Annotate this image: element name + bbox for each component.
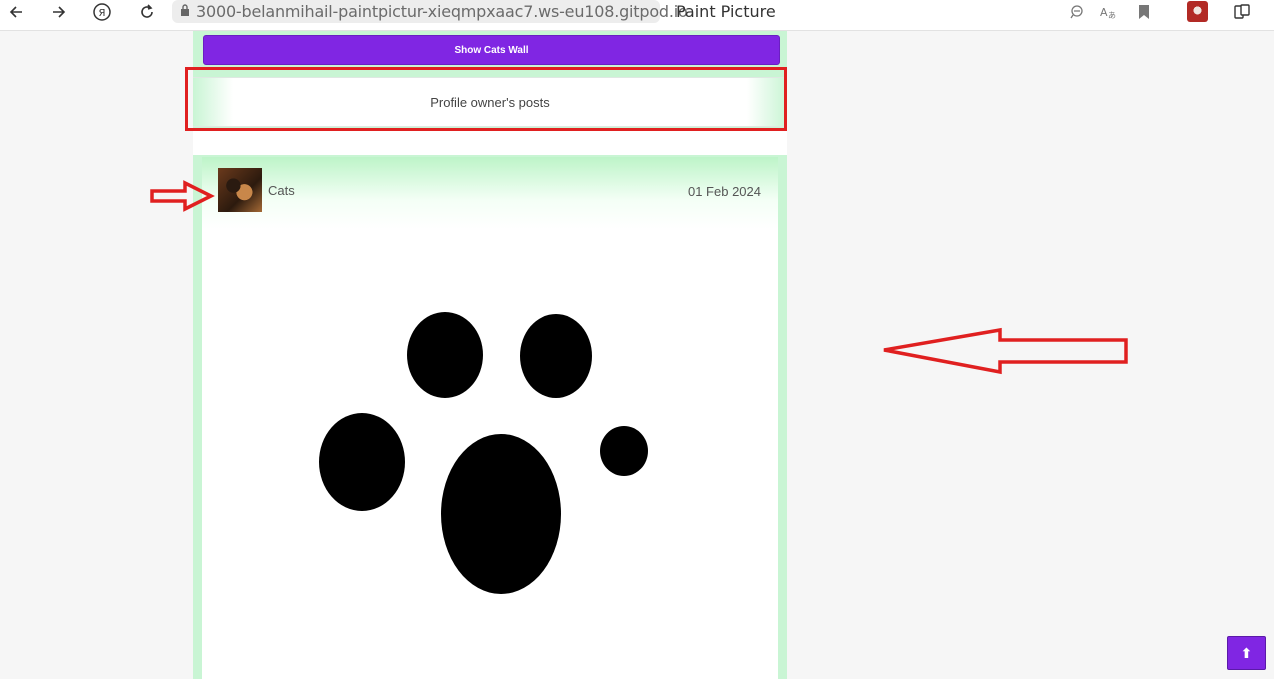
svg-text:あ: あ bbox=[1108, 11, 1116, 19]
annotation-arrow-left-icon bbox=[883, 327, 1128, 375]
forward-icon[interactable] bbox=[49, 0, 69, 24]
post-header: Cats 01 Feb 2024 bbox=[202, 157, 778, 229]
url-text: 3000-belanmihail-paintpictur-xieqmpxaac7… bbox=[196, 2, 688, 21]
post-author[interactable]: Cats bbox=[268, 183, 295, 198]
post-date: 01 Feb 2024 bbox=[687, 184, 761, 199]
reload-icon[interactable] bbox=[137, 0, 157, 24]
annotation-highlight-box bbox=[185, 67, 787, 131]
zoom-icon[interactable] bbox=[1068, 0, 1086, 24]
arrow-up-icon: ⬆ bbox=[1240, 644, 1253, 661]
back-icon[interactable] bbox=[6, 0, 26, 24]
lock-icon bbox=[180, 3, 190, 21]
show-cats-wall-button[interactable]: Show Cats Wall bbox=[203, 35, 780, 65]
cat-paw-drawing bbox=[319, 312, 648, 594]
svg-text:A: A bbox=[1100, 6, 1108, 19]
post-card: Cats 01 Feb 2024 bbox=[202, 157, 778, 679]
translate-icon[interactable]: Aあ bbox=[1099, 0, 1117, 24]
browser-toolbar: Я 3000-belanmihail-paintpictur-xieqmpxaa… bbox=[0, 0, 1274, 31]
author-avatar[interactable] bbox=[218, 168, 262, 212]
svg-text:Я: Я bbox=[99, 8, 106, 19]
section-spacer bbox=[193, 131, 787, 155]
bookmark-icon[interactable] bbox=[1136, 0, 1152, 24]
page-title: Paint Picture bbox=[676, 2, 776, 21]
address-bar[interactable]: 3000-belanmihail-paintpictur-xieqmpxaac7… bbox=[172, 0, 688, 23]
annotation-arrow-right-icon bbox=[150, 180, 215, 212]
yandex-icon[interactable]: Я bbox=[92, 0, 112, 24]
profile-avatar[interactable] bbox=[1187, 1, 1208, 22]
downloads-icon[interactable] bbox=[1233, 0, 1251, 24]
scroll-to-top-button[interactable]: ⬆ bbox=[1227, 636, 1266, 670]
